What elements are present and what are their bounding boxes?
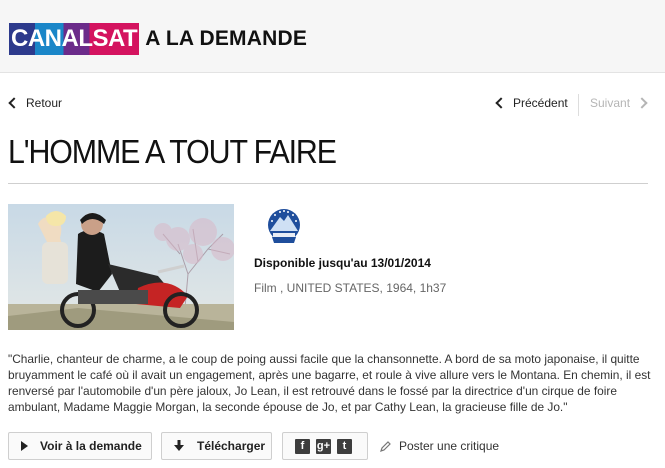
chevron-right-icon [636,97,648,109]
chevron-left-icon [8,97,20,109]
download-icon [174,440,184,451]
canalsat-logo[interactable]: CANALSAT A LA DEMANDE [9,23,307,55]
availability-text: Disponible jusqu'au 13/01/2014 [254,256,431,270]
film-poster[interactable] [8,204,234,330]
film-synopsis: "Charlie, chanteur de charme, a le coup … [8,352,651,414]
download-button[interactable]: Télécharger [161,432,272,460]
play-icon [21,441,28,451]
next-link: Suivant [590,96,648,110]
brand-suffix: A LA DEMANDE [145,27,308,50]
previous-label: Précédent [513,96,568,110]
watch-on-demand-button[interactable]: Voir à la demande [8,432,152,460]
share-buttons: f g+ t [282,432,368,460]
watch-label: Voir à la demande [40,439,142,453]
film-meta: Film , UNITED STATES, 1964, 1h37 [254,281,447,295]
post-review-link[interactable]: Poster une critique [380,439,499,453]
back-label: Retour [26,96,63,110]
facebook-icon[interactable]: f [295,438,310,454]
title-divider [8,183,648,184]
site-header: CANALSAT A LA DEMANDE [0,0,665,73]
poster-illustration [8,204,234,330]
back-link[interactable]: Retour [8,96,63,110]
nav-divider [578,94,579,116]
page-title: L'HOMME A TOUT FAIRE [8,133,337,170]
chevron-left-icon [495,97,507,109]
download-label: Télécharger [197,439,266,453]
paramount-logo-icon [268,209,300,243]
pencil-icon [380,440,391,452]
channel-logo [264,207,304,247]
google-plus-icon[interactable]: g+ [316,438,331,454]
navigation-bar: Retour Précédent Suivant [0,94,665,116]
twitter-icon[interactable]: t [337,438,352,454]
review-label: Poster une critique [399,439,500,453]
previous-link[interactable]: Précédent [495,96,568,110]
brand-wordmark: CANALSAT [9,23,140,55]
next-label: Suivant [590,96,631,110]
